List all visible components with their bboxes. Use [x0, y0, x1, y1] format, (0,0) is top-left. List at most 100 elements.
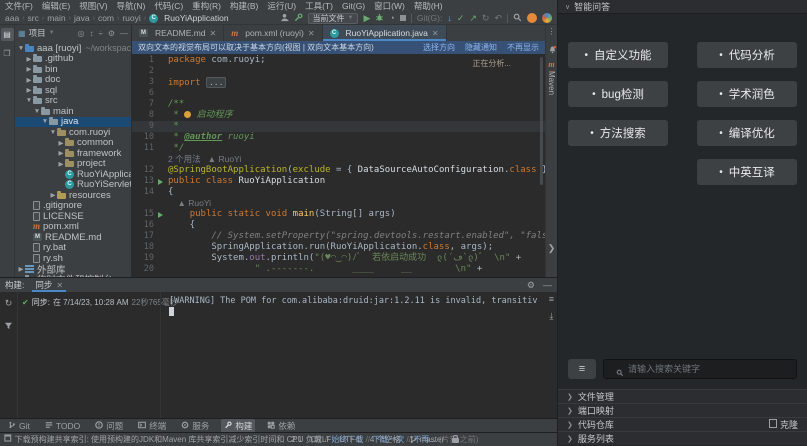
caret-position[interactable]: 2:1 — [291, 435, 302, 444]
close-icon[interactable]: ✕ — [56, 281, 63, 290]
breadcrumb-item[interactable]: main — [47, 13, 65, 23]
gear-icon[interactable]: ⚙ — [527, 280, 535, 291]
banner-link[interactable]: 隐藏通知 — [465, 42, 497, 53]
collapse-all-icon[interactable]: ÷ — [98, 29, 102, 38]
tree-item-readme.md[interactable]: MREADME.md — [15, 232, 131, 243]
tree-item-common[interactable]: ▶common — [15, 138, 131, 149]
assistant-button-学术润色[interactable]: •学术润色 — [697, 81, 797, 107]
assistant-button-中英互译[interactable]: •中英互译 — [697, 159, 797, 185]
chevron-expanded-icon[interactable]: ▼ — [41, 118, 49, 125]
assistant-button-bug检测[interactable]: •bug检测 — [568, 81, 668, 107]
chevron-collapsed-icon[interactable]: ▶ — [25, 76, 33, 84]
tree-item-.github[interactable]: ▶.github — [15, 54, 131, 65]
notifications-bell-icon[interactable] — [548, 41, 557, 59]
tree-item-project[interactable]: ▶project — [15, 159, 131, 170]
soft-wrap-icon[interactable]: ≡ — [549, 294, 554, 304]
tree-item-license[interactable]: LICENSE — [15, 211, 131, 222]
search-input[interactable] — [603, 359, 797, 379]
expand-all-icon[interactable]: ↕ — [89, 29, 93, 38]
section-端口映射[interactable]: ❯端口映射 — [558, 403, 807, 417]
maven-tool-tab[interactable]: m Maven — [546, 59, 557, 95]
filter-icon[interactable] — [4, 317, 13, 335]
menu-item[interactable]: 导航(N) — [117, 0, 146, 12]
assistant-header[interactable]: ∨ 智能问答 — [558, 0, 807, 14]
locate-file-icon[interactable]: ◎ — [77, 29, 84, 38]
breadcrumb-item[interactable]: src — [28, 13, 39, 23]
expand-panel-chevron-icon[interactable]: ❯ — [546, 243, 557, 254]
toolwindow-problems[interactable]: 问题 — [92, 419, 126, 433]
tree-item-pom.xml[interactable]: mpom.xml — [15, 222, 131, 233]
editor-scrollbar[interactable] — [540, 57, 543, 185]
build-hammer-icon[interactable] — [294, 13, 303, 24]
tree-item-.gitignore[interactable]: .gitignore — [15, 201, 131, 212]
tree-item-doc[interactable]: ▶doc — [15, 75, 131, 86]
assistant-button-自定义功能[interactable]: •自定义功能 — [568, 42, 668, 68]
chevron-collapsed-icon[interactable]: ▶ — [25, 86, 33, 94]
breadcrumb-item[interactable]: CRuoYiApplication — [149, 13, 228, 23]
debug-button[interactable] — [375, 13, 384, 24]
run-config-select[interactable]: 当前文件▼ — [308, 13, 359, 24]
run-gutter-icon[interactable] — [154, 212, 166, 218]
user-icon[interactable] — [280, 13, 289, 24]
tree-item-ruoyiapplication[interactable]: CRuoYiApplication — [15, 169, 131, 180]
scroll-to-end-icon[interactable]: ⤓ — [549, 311, 553, 322]
coverage-icon[interactable]: ◔ — [389, 13, 394, 23]
banner-link[interactable]: 不再显示 — [507, 42, 539, 53]
chevron-expanded-icon[interactable]: ▼ — [49, 129, 57, 136]
breadcrumb-item[interactable]: ruoyi — [122, 13, 140, 23]
toolwindow-terminal[interactable]: 终端 — [135, 419, 169, 433]
git-commit-button[interactable]: ✓ — [457, 13, 465, 23]
editor-tab-pom.xml[interactable]: mpom.xml (ruoyi)✕ — [224, 25, 322, 41]
project-stripe-icon[interactable]: ▤ — [1, 28, 14, 41]
tree-item-ruoyiservletinitializer[interactable]: CRuoYiServletInitializer — [15, 180, 131, 191]
git-history-icon[interactable]: ↻ — [482, 13, 490, 23]
tree-item-sql[interactable]: ▶sql — [15, 85, 131, 96]
tree-item-ry.bat[interactable]: ry.bat — [15, 243, 131, 254]
breadcrumb-item[interactable]: com — [98, 13, 114, 23]
run-button[interactable]: ▶ — [363, 13, 370, 23]
indent-setting[interactable]: 4 个空格 — [370, 434, 401, 445]
tree-item-aaa-ruoyi-[interactable]: ▼aaa [ruoyi]~/workspace/aaa — [15, 43, 131, 54]
tree-item-resources[interactable]: ▶resources — [15, 190, 131, 201]
project-panel-title[interactable]: 项目 — [29, 27, 46, 39]
breadcrumb-item[interactable]: aaa — [5, 13, 19, 23]
menu-item[interactable]: 帮助(H) — [414, 0, 443, 12]
toolwindow-services[interactable]: 服务 — [178, 419, 212, 433]
menu-item[interactable]: 代码(C) — [154, 0, 183, 12]
tree-item-ry.sh[interactable]: ry.sh — [15, 253, 131, 264]
close-icon[interactable]: ✕ — [308, 29, 315, 38]
git-update-button[interactable]: ↓ — [447, 13, 452, 23]
hamburger-menu-icon[interactable]: ≡ — [568, 359, 596, 379]
chevron-collapsed-icon[interactable]: ▶ — [57, 160, 65, 168]
tree-item-com.ruoyi[interactable]: ▼com.ruoyi — [15, 127, 131, 138]
resync-icon[interactable]: ↻ — [5, 298, 13, 309]
run-gutter-icon[interactable] — [154, 179, 166, 185]
code-vision-inlay[interactable]: ▲ RuoYi — [168, 198, 211, 208]
toolwindow-build[interactable]: 构建 — [221, 419, 255, 433]
sync-status-row[interactable]: ✔ 同步: 在 7/14/23, 10:28 AM 22秒765毫秒 — [18, 292, 160, 308]
section-文件管理[interactable]: ❯文件管理 — [558, 389, 807, 403]
menu-item[interactable]: 构建(B) — [230, 0, 258, 12]
tree-item-java[interactable]: ▼java — [15, 117, 131, 128]
plugin-icon-colored[interactable] — [542, 13, 552, 23]
chevron-collapsed-icon[interactable]: ▶ — [25, 55, 33, 63]
menu-item[interactable]: 文件(F) — [5, 0, 33, 12]
chevron-collapsed-icon[interactable]: ▶ — [25, 65, 33, 73]
stop-button[interactable] — [400, 15, 406, 21]
toolwindow-branch[interactable]: Git — [5, 420, 33, 432]
banner-link[interactable]: 选择方向 — [423, 42, 455, 53]
menu-item[interactable]: 运行(U) — [267, 0, 296, 12]
tree-item-外部库[interactable]: ▶外部库 — [15, 264, 131, 275]
more-options-icon[interactable]: ⋮ — [546, 27, 557, 36]
chevron-collapsed-icon[interactable]: ▶ — [57, 149, 65, 157]
tree-item-main[interactable]: ▼main — [15, 106, 131, 117]
editor-tab-ruoyiapplication.java[interactable]: CRuoYiApplication.java✕ — [323, 25, 447, 41]
menu-item[interactable]: 重构(R) — [192, 0, 221, 12]
gear-icon[interactable]: ⚙ — [108, 29, 115, 38]
menu-item[interactable]: 编辑(E) — [42, 0, 70, 12]
close-icon[interactable]: ✕ — [210, 29, 217, 38]
chevron-collapsed-icon[interactable]: ▶ — [57, 139, 65, 147]
menu-item[interactable]: 窗口(W) — [374, 0, 405, 12]
search-everywhere-icon[interactable] — [513, 13, 522, 24]
assistant-button-代码分析[interactable]: •代码分析 — [697, 42, 797, 68]
